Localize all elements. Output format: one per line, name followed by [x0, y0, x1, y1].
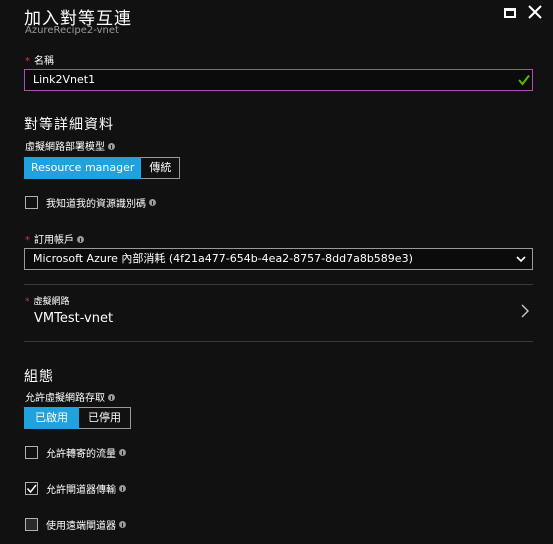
allow-forwarded-traffic-label: 允許轉寄的流量 [46, 448, 116, 460]
vnet-access-enabled[interactable]: 已啟用 [24, 407, 79, 429]
subscription-select[interactable]: Microsoft Azure 內部消耗 (4f21a477-654b-4ea2… [24, 248, 533, 270]
virtual-network-label: * 虛擬網路 [25, 297, 70, 307]
info-icon[interactable] [108, 394, 115, 401]
deployment-option-resource-manager[interactable]: Resource manager [24, 157, 142, 179]
add-peering-blade: 加入對等互連 AzureRecipe2-vnet * 名稱 Link2Vnet1 … [0, 0, 553, 544]
checkmark-icon [26, 484, 37, 493]
name-input[interactable]: Link2Vnet1 [24, 69, 533, 91]
allow-gateway-transit-checkbox[interactable] [25, 481, 38, 495]
configuration-heading: 組態 [24, 369, 54, 385]
name-label: * 名稱 [25, 56, 54, 67]
deployment-model-label: 虛擬網路部署模型 [25, 138, 115, 153]
know-resource-id-checkbox[interactable] [25, 195, 38, 209]
know-resource-id-label: 我知道我的資源識別碼 [46, 198, 146, 210]
use-remote-gateways-label: 使用遠端閘道器 [46, 520, 116, 532]
subscription-label: * 訂用帳戶 [25, 231, 84, 246]
maximize-icon[interactable] [504, 8, 516, 18]
subscription-value: Microsoft Azure 內部消耗 (4f21a477-654b-4ea2… [33, 252, 413, 265]
virtual-network-value: VMTest-vnet [34, 311, 114, 326]
allow-gateway-transit-row[interactable]: 允許閘道器傳輸 [25, 480, 126, 496]
info-icon[interactable] [119, 520, 126, 528]
blade-subtitle: AzureRecipe2-vnet [25, 25, 119, 36]
use-remote-gateways-row[interactable]: 使用遠端閘道器 [25, 516, 126, 532]
info-icon[interactable] [119, 448, 126, 456]
deployment-model-toggle[interactable]: Resource manager 傳統 [24, 157, 181, 179]
info-icon[interactable] [149, 198, 156, 206]
chevron-right-icon[interactable] [520, 304, 530, 318]
know-resource-id-row[interactable]: 我知道我的資源識別碼 [25, 194, 156, 210]
vnet-access-disabled[interactable]: 已停用 [79, 407, 131, 429]
divider [24, 284, 533, 285]
vnet-access-toggle[interactable]: 已啟用 已停用 [24, 407, 131, 429]
allow-gateway-transit-label: 允許閘道器傳輸 [46, 484, 116, 496]
info-icon[interactable] [119, 484, 126, 492]
peer-details-heading: 對等詳細資料 [24, 117, 114, 133]
required-mark: * [25, 56, 30, 67]
valid-check-icon [518, 74, 530, 86]
info-icon[interactable] [77, 236, 84, 243]
allow-vnet-access-label: 允許虛擬網路存取 [25, 389, 115, 404]
close-icon[interactable] [527, 4, 543, 20]
use-remote-gateways-checkbox[interactable] [25, 517, 38, 531]
info-icon[interactable] [108, 143, 115, 150]
divider [24, 341, 533, 342]
deployment-option-classic[interactable]: 傳統 [141, 157, 181, 179]
allow-forwarded-traffic-checkbox[interactable] [25, 445, 38, 459]
blade-header: 加入對等互連 AzureRecipe2-vnet [0, 0, 553, 41]
allow-forwarded-traffic-row[interactable]: 允許轉寄的流量 [25, 444, 126, 460]
chevron-down-icon [516, 256, 526, 263]
